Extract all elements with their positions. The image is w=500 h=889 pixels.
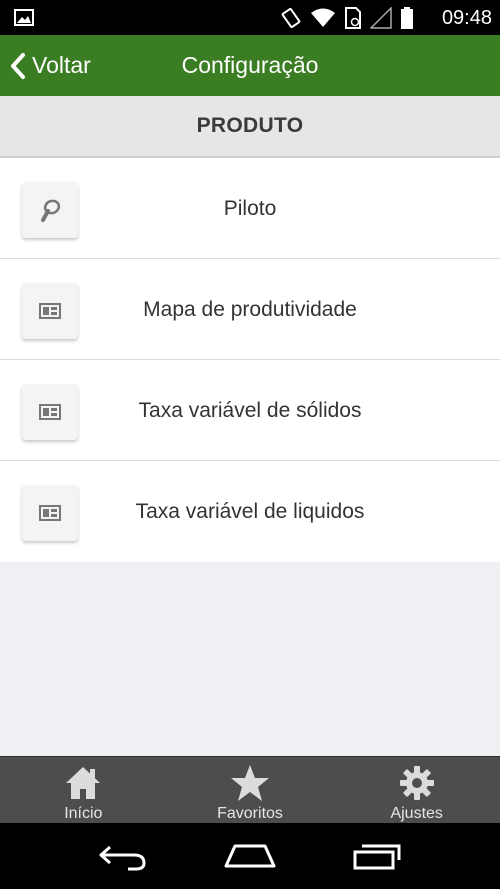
status-bar: 09:48 <box>0 0 500 35</box>
section-header: PRODUTO <box>0 96 500 158</box>
list-item-piloto[interactable]: Piloto <box>0 158 500 259</box>
settings-list: Piloto Mapa de produtividade Taxa variáv… <box>0 158 500 562</box>
home-icon <box>64 764 102 802</box>
list-item-label: Taxa variável de sólidos <box>138 399 362 422</box>
nav-bar: Configuração Voltar <box>0 35 500 96</box>
list-item-taxa-liquidos[interactable]: Taxa variável de liquidos <box>0 461 500 562</box>
back-label: Voltar <box>32 52 91 78</box>
system-back-button[interactable] <box>93 836 153 876</box>
system-recent-apps-button[interactable] <box>347 836 407 876</box>
home-icon <box>224 844 276 868</box>
back-button[interactable]: Voltar <box>8 35 91 96</box>
tab-ajustes[interactable]: Ajustes <box>333 757 500 823</box>
list-item-mapa-produtividade[interactable]: Mapa de produtividade <box>0 259 500 360</box>
tab-label: Ajustes <box>390 805 443 822</box>
sim-icon <box>345 7 361 29</box>
recent-apps-icon <box>353 844 401 870</box>
gear-icon <box>399 764 435 802</box>
chevron-left-icon <box>11 52 25 79</box>
list-item-taxa-solidos[interactable]: Taxa variável de sólidos <box>0 360 500 461</box>
battery-icon <box>401 7 413 29</box>
rotate-icon <box>281 7 301 29</box>
tab-favoritos[interactable]: Favoritos <box>167 757 334 823</box>
list-item-label: Mapa de produtividade <box>143 298 357 321</box>
system-home-button[interactable] <box>220 836 280 876</box>
tab-inicio[interactable]: Início <box>0 757 167 823</box>
system-nav-bar <box>0 823 500 889</box>
list-item-label: Taxa variável de liquidos <box>135 500 365 523</box>
clock-time: 09:48 <box>441 7 492 29</box>
back-icon <box>99 845 146 871</box>
tab-label: Favoritos <box>217 805 283 822</box>
star-icon <box>230 764 270 802</box>
tab-bar: Início Favoritos Ajustes <box>0 756 500 823</box>
signal-icon <box>370 7 392 29</box>
tab-label: Início <box>64 805 103 822</box>
image-icon <box>14 9 34 26</box>
list-item-label: Piloto <box>223 197 277 220</box>
wifi-icon <box>311 8 335 27</box>
